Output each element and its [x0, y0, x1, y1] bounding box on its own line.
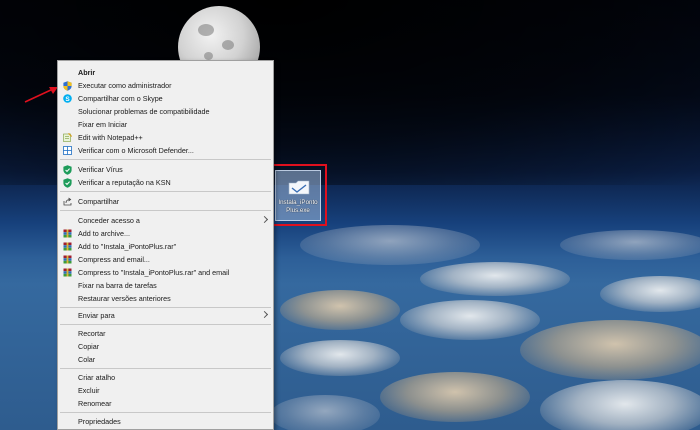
- menu-item-label: Add to "Instala_iPontoPlus.rar": [78, 242, 177, 251]
- moon-crater: [222, 40, 234, 50]
- menu-item-copy[interactable]: Copiar: [58, 340, 273, 353]
- cloud: [380, 372, 530, 422]
- cloud: [420, 262, 570, 296]
- menu-item-edit-notepad-plus-plus[interactable]: Edit with Notepad++: [58, 131, 273, 144]
- menu-item-compress-and-email[interactable]: Compress and email...: [58, 253, 273, 266]
- menu-separator: [60, 159, 271, 160]
- cloud: [400, 300, 540, 340]
- menu-item-label: Compartilhar: [78, 197, 120, 206]
- menu-item-label: Abrir: [78, 68, 96, 77]
- moon-crater: [204, 52, 213, 60]
- cloud: [600, 276, 700, 312]
- menu-item-label: Fixar em Iniciar: [78, 120, 128, 129]
- menu-separator: [60, 412, 271, 413]
- menu-item-properties[interactable]: Propriedades: [58, 415, 273, 428]
- cloud: [280, 340, 400, 376]
- menu-item-check-ksn-reputation[interactable]: Verificar a reputação na KSN: [58, 176, 273, 189]
- menu-item-scan-defender[interactable]: Verificar com o Microsoft Defender...: [58, 144, 273, 157]
- menu-item-label: Executar como administrador: [78, 81, 172, 90]
- menu-item-label: Fixar na barra de tarefas: [78, 281, 157, 290]
- menu-item-scan-virus[interactable]: Verificar Vírus: [58, 163, 273, 176]
- cloud: [300, 225, 480, 265]
- svg-text:S: S: [65, 96, 70, 103]
- cloud: [560, 230, 700, 260]
- menu-separator: [60, 307, 271, 308]
- menu-item-paste[interactable]: Colar: [58, 353, 273, 366]
- menu-item-label: Verificar com o Microsoft Defender...: [78, 146, 194, 155]
- menu-item-pin-to-taskbar[interactable]: Fixar na barra de tarefas: [58, 279, 273, 292]
- menu-item-label: Restaurar versões anteriores: [78, 294, 171, 303]
- desktop-file-label: Instala_iPontoPlus.exe: [278, 199, 318, 214]
- winrar-icon: [63, 242, 72, 251]
- chevron-right-icon: [260, 215, 269, 224]
- menu-item-label: Add to archive...: [78, 229, 130, 238]
- winrar-icon: [63, 255, 72, 264]
- cloud: [280, 290, 400, 330]
- menu-item-cut[interactable]: Recortar: [58, 327, 273, 340]
- kaspersky-shield-icon: [63, 178, 72, 188]
- cloud: [270, 395, 380, 430]
- kaspersky-shield-icon: [63, 165, 72, 175]
- defender-icon: [63, 146, 72, 155]
- menu-item-add-to-archive[interactable]: Add to archive...: [58, 227, 273, 240]
- annotation-arrow-icon: [24, 87, 58, 103]
- menu-separator: [60, 324, 271, 325]
- menu-item-label: Criar atalho: [78, 373, 116, 382]
- menu-item-label: Renomear: [78, 399, 112, 408]
- menu-item-add-to-rar[interactable]: Add to "Instala_iPontoPlus.rar": [58, 240, 273, 253]
- menu-item-label: Propriedades: [78, 417, 121, 426]
- menu-item-delete[interactable]: Excluir: [58, 384, 273, 397]
- installer-icon: [288, 179, 310, 200]
- menu-item-label: Compress and email...: [78, 255, 150, 264]
- menu-item-label: Verificar a reputação na KSN: [78, 178, 171, 187]
- cloud: [520, 320, 700, 380]
- context-menu: Abrir Executar como administrador S Comp…: [57, 60, 274, 430]
- menu-item-share[interactable]: Compartilhar: [58, 195, 273, 208]
- menu-item-compress-to-rar-and-email[interactable]: Compress to "Instala_iPontoPlus.rar" and…: [58, 266, 273, 279]
- menu-item-give-access-to[interactable]: Conceder acesso a: [58, 214, 273, 227]
- menu-separator: [60, 191, 271, 192]
- cloud: [540, 380, 700, 430]
- menu-item-label: Compartilhar com o Skype: [78, 94, 163, 103]
- menu-item-label: Conceder acesso a: [78, 216, 140, 225]
- menu-item-rename[interactable]: Renomear: [58, 397, 273, 410]
- menu-separator: [60, 368, 271, 369]
- share-icon: [63, 197, 72, 206]
- menu-item-run-as-admin[interactable]: Executar como administrador: [58, 79, 273, 92]
- notepad-plus-plus-icon: [63, 132, 73, 142]
- menu-item-label: Enviar para: [78, 311, 115, 320]
- menu-item-label: Solucionar problemas de compatibilidade: [78, 107, 210, 116]
- menu-item-share-skype[interactable]: S Compartilhar com o Skype: [58, 92, 273, 105]
- winrar-icon: [63, 229, 72, 238]
- winrar-icon: [63, 268, 72, 277]
- menu-item-label: Edit with Notepad++: [78, 133, 143, 142]
- menu-item-restore-previous-versions[interactable]: Restaurar versões anteriores: [58, 292, 273, 305]
- menu-item-label: Verificar Vírus: [78, 165, 123, 174]
- menu-separator: [60, 210, 271, 211]
- menu-item-troubleshoot-compatibility[interactable]: Solucionar problemas de compatibilidade: [58, 105, 273, 118]
- menu-item-label: Recortar: [78, 329, 106, 338]
- chevron-right-icon: [260, 310, 269, 319]
- menu-item-open[interactable]: Abrir: [58, 66, 273, 79]
- moon-crater: [198, 24, 214, 36]
- menu-item-label: Excluir: [78, 386, 100, 395]
- menu-item-label: Copiar: [78, 342, 100, 351]
- menu-item-label: Compress to "Instala_iPontoPlus.rar" and…: [78, 268, 230, 277]
- uac-shield-icon: [63, 81, 72, 91]
- menu-item-pin-to-start[interactable]: Fixar em Iniciar: [58, 118, 273, 131]
- menu-item-label: Colar: [78, 355, 96, 364]
- skype-icon: S: [63, 94, 72, 103]
- menu-item-send-to[interactable]: Enviar para: [58, 309, 273, 322]
- menu-item-create-shortcut[interactable]: Criar atalho: [58, 371, 273, 384]
- desktop-file-icon[interactable]: Instala_iPontoPlus.exe: [275, 170, 321, 221]
